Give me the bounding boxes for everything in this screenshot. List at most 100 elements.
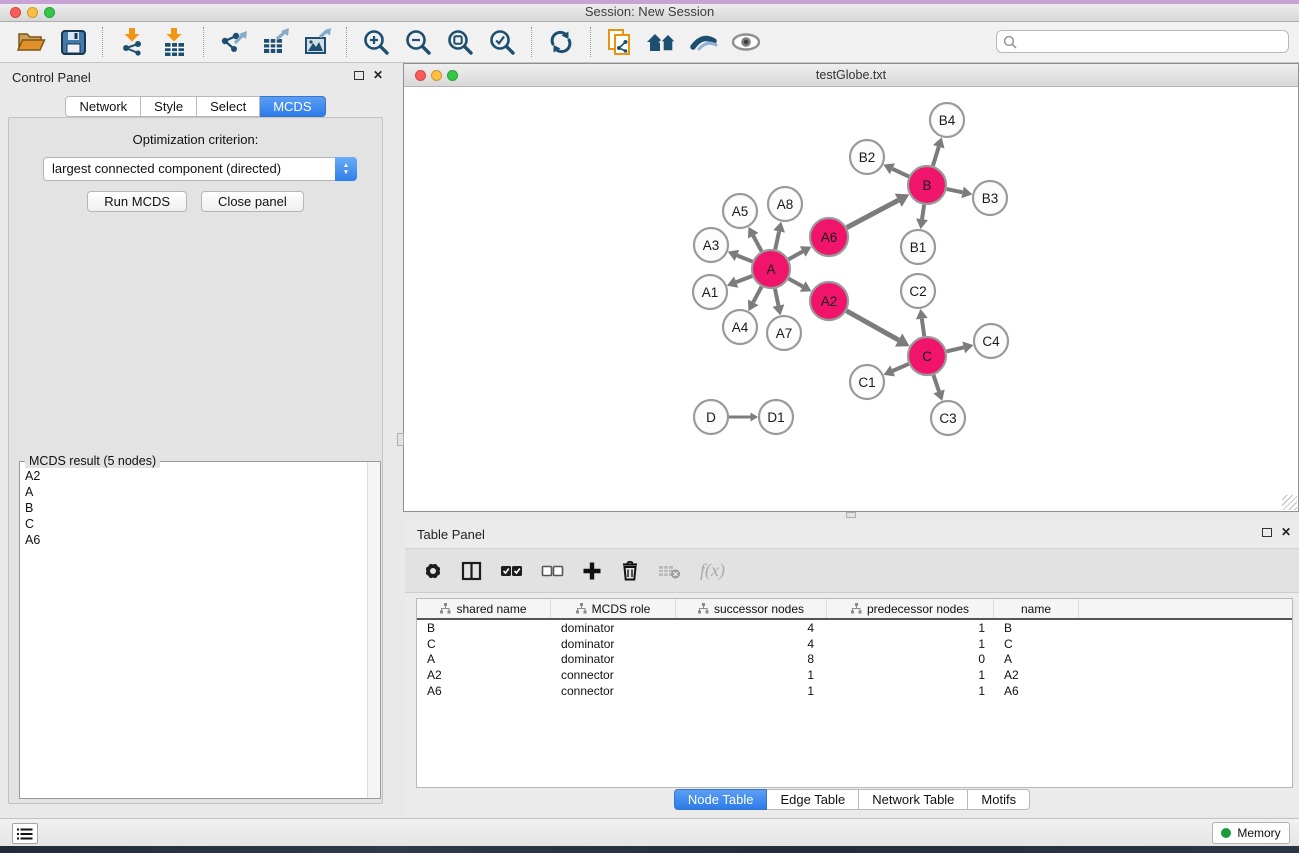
task-history-button[interactable] — [12, 823, 38, 844]
table-tab-edge-table[interactable]: Edge Table — [767, 789, 859, 810]
window-resize-grip[interactable] — [1282, 495, 1297, 510]
network-close-button[interactable] — [415, 70, 426, 81]
export-network-icon[interactable] — [214, 25, 252, 59]
table-tab-network-table[interactable]: Network Table — [859, 789, 968, 810]
open-session-icon[interactable] — [12, 25, 50, 59]
edge-C-C2[interactable] — [916, 309, 928, 336]
node-A4[interactable]: A4 — [723, 310, 757, 344]
edge-C-C1[interactable] — [884, 364, 909, 376]
zoom-in-icon[interactable] — [357, 25, 395, 59]
select-all-icon[interactable] — [500, 564, 523, 578]
edge-C-C3[interactable] — [933, 375, 944, 401]
table-row[interactable]: Bdominator41B — [417, 620, 1292, 636]
tab-select[interactable]: Select — [197, 96, 260, 117]
close-panel-button[interactable]: Close panel — [201, 191, 304, 212]
close-table-panel-icon[interactable]: ✕ — [1281, 527, 1291, 537]
import-table-icon[interactable] — [155, 25, 193, 59]
zoom-selected-icon[interactable] — [483, 25, 521, 59]
tab-network[interactable]: Network — [65, 96, 141, 117]
network-minimize-button[interactable] — [431, 70, 442, 81]
node-D1[interactable]: D1 — [759, 400, 793, 434]
node-A5[interactable]: A5 — [723, 194, 757, 228]
search-field[interactable] — [996, 30, 1289, 53]
edge-A-A1[interactable] — [727, 276, 752, 288]
node-A[interactable]: A — [752, 250, 790, 288]
result-scrollbar[interactable] — [367, 462, 380, 798]
node-B[interactable]: B — [908, 166, 946, 204]
node-B1[interactable]: B1 — [901, 230, 935, 264]
column-header-shared-name[interactable]: shared name — [417, 599, 551, 618]
memory-button[interactable]: Memory — [1212, 822, 1290, 844]
edge-B-B1[interactable] — [916, 205, 928, 229]
table-row[interactable]: Adominator80A — [417, 652, 1292, 668]
delete-table-icon[interactable] — [658, 561, 682, 581]
houses-icon[interactable] — [643, 25, 681, 59]
eye-icon[interactable] — [727, 25, 765, 59]
node-A1[interactable]: A1 — [693, 275, 727, 309]
node-A6[interactable]: A6 — [810, 218, 848, 256]
delete-rows-icon[interactable] — [620, 560, 640, 581]
float-table-panel-icon[interactable] — [1262, 528, 1272, 537]
table-row[interactable]: Cdominator41C — [417, 636, 1292, 652]
mcds-result-item[interactable]: C — [20, 516, 366, 532]
tab-mcds[interactable]: MCDS — [260, 96, 325, 117]
save-session-icon[interactable] — [54, 25, 92, 59]
graphics-details-icon[interactable] — [685, 25, 723, 59]
table-row[interactable]: A2connector11A2 — [417, 667, 1292, 683]
vertical-split-handle[interactable] — [397, 433, 404, 446]
edge-A-A6[interactable] — [789, 246, 812, 259]
refresh-network-icon[interactable] — [542, 25, 580, 59]
close-panel-icon[interactable]: ✕ — [373, 70, 383, 80]
optimization-criterion-select[interactable]: largest connected component (directed) ▲… — [43, 157, 357, 181]
column-header-name[interactable]: name — [994, 599, 1079, 618]
zoom-fit-icon[interactable] — [441, 25, 479, 59]
close-window-button[interactable] — [10, 7, 21, 18]
node-A7[interactable]: A7 — [767, 316, 801, 350]
edge-A-A8[interactable] — [773, 222, 785, 250]
table-settings-icon[interactable] — [423, 561, 443, 581]
edge-D-D1[interactable] — [729, 413, 758, 422]
horizontal-split-handle[interactable] — [846, 512, 856, 518]
node-B2[interactable]: B2 — [850, 140, 884, 174]
zoom-out-icon[interactable] — [399, 25, 437, 59]
export-image-icon[interactable] — [298, 25, 336, 59]
mcds-result-item[interactable]: A6 — [20, 532, 366, 548]
table-tab-node-table[interactable]: Node Table — [674, 789, 768, 810]
edge-C-C4[interactable] — [946, 342, 973, 354]
network-maximize-button[interactable] — [447, 70, 458, 81]
edge-A6-B[interactable] — [847, 194, 910, 228]
column-header-mcds-role[interactable]: MCDS role — [551, 599, 676, 618]
edge-B-B2[interactable] — [883, 163, 909, 176]
edge-A-A2[interactable] — [789, 279, 812, 292]
node-B3[interactable]: B3 — [973, 181, 1007, 215]
table-tab-motifs[interactable]: Motifs — [968, 789, 1030, 810]
pages-network-icon[interactable] — [601, 25, 639, 59]
tab-style[interactable]: Style — [141, 96, 197, 117]
network-canvas[interactable]: B4B2BB3A8A5A6A3B1AC2A1A2A4A7C4CC1DC3D1 — [404, 87, 1298, 511]
node-C4[interactable]: C4 — [974, 324, 1008, 358]
node-C[interactable]: C — [908, 337, 946, 375]
table-row[interactable]: A6connector11A6 — [417, 683, 1292, 699]
equation-builder-icon[interactable]: f(x) — [700, 560, 725, 581]
maximize-window-button[interactable] — [44, 7, 55, 18]
minimize-window-button[interactable] — [27, 7, 38, 18]
edge-A-A3[interactable] — [728, 250, 753, 262]
add-row-icon[interactable] — [582, 561, 602, 581]
node-C2[interactable]: C2 — [901, 274, 935, 308]
node-C3[interactable]: C3 — [931, 401, 965, 435]
edge-A-A7[interactable] — [773, 289, 785, 316]
node-D[interactable]: D — [694, 400, 728, 434]
deselect-all-icon[interactable] — [541, 564, 564, 578]
mcds-result-item[interactable]: A — [20, 484, 366, 500]
node-C1[interactable]: C1 — [850, 365, 884, 399]
node-A3[interactable]: A3 — [694, 228, 728, 262]
edge-B-B4[interactable] — [933, 137, 945, 166]
import-network-icon[interactable] — [113, 25, 151, 59]
node-A8[interactable]: A8 — [768, 187, 802, 221]
search-input[interactable] — [1017, 32, 1288, 51]
edge-B-B3[interactable] — [947, 186, 973, 198]
edge-A-A5[interactable] — [748, 227, 762, 251]
export-table-icon[interactable] — [256, 25, 294, 59]
float-panel-icon[interactable] — [354, 71, 364, 80]
node-A2[interactable]: A2 — [810, 282, 848, 320]
